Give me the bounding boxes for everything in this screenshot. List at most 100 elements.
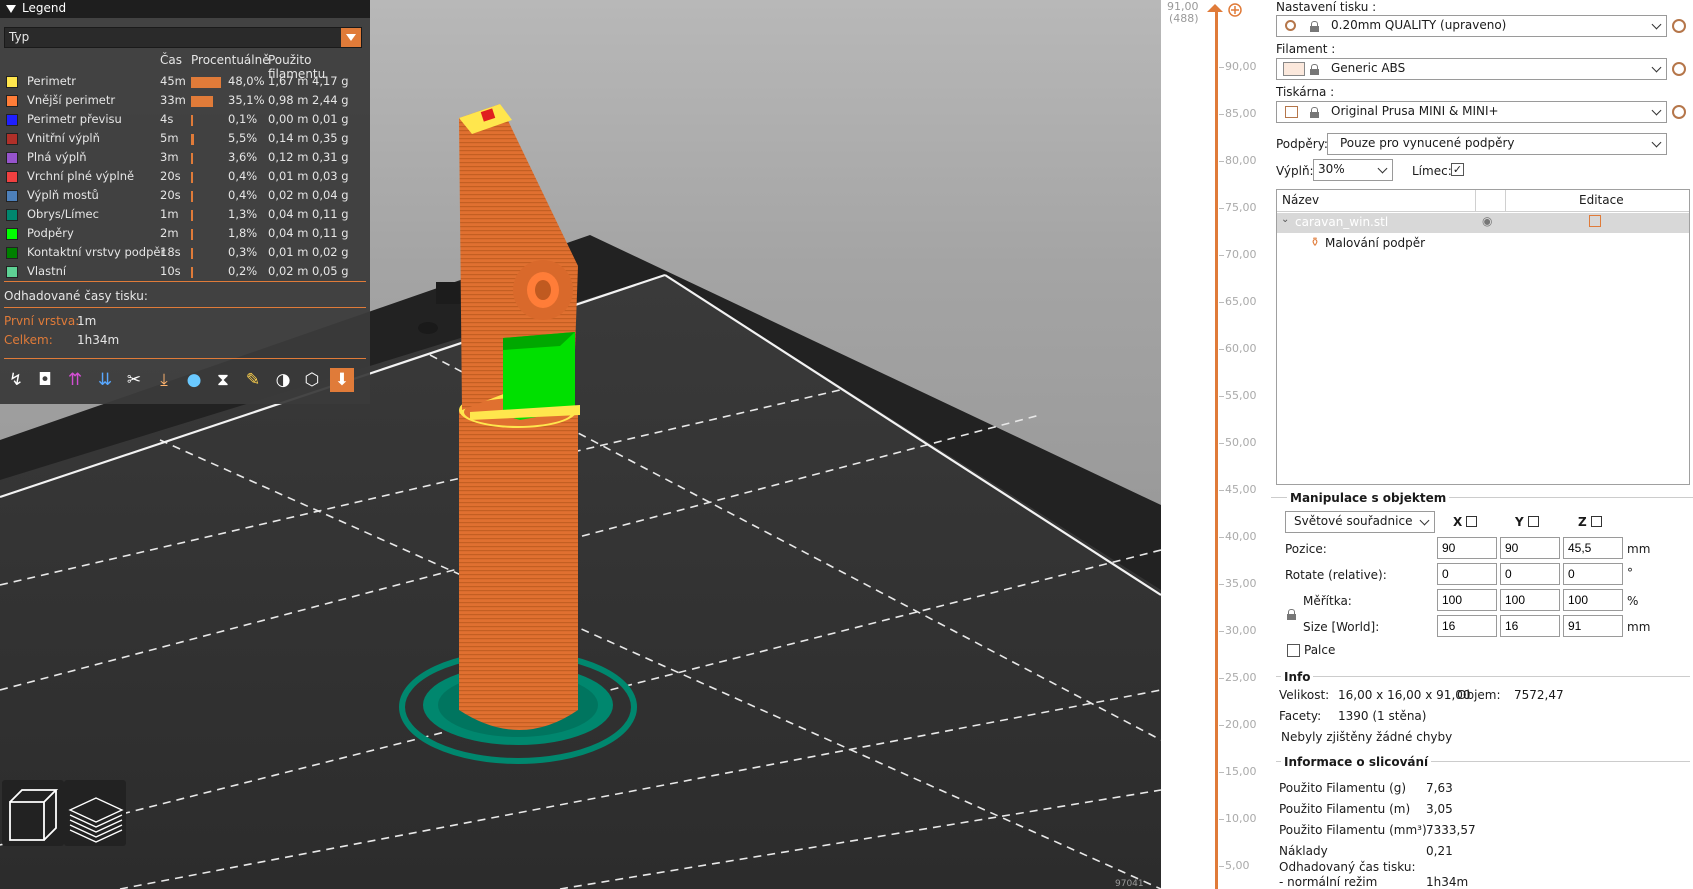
slider-track[interactable] <box>1215 8 1218 889</box>
lock-icon <box>1310 21 1319 32</box>
object-list[interactable]: Název Editace ⌄ caravan_win.stl ◉ ⚱ Malo… <box>1276 189 1690 485</box>
eye-icon[interactable]: ◉ <box>1482 214 1492 228</box>
3d-viewport[interactable]: 97041 Legend Typ Čas Procentuálně Použit… <box>0 0 1161 889</box>
shells-icon[interactable]: ⬡ <box>300 368 324 392</box>
feature-weight: 0,35 g <box>312 131 349 145</box>
percent-bar <box>191 96 213 107</box>
legend-separator <box>4 307 366 308</box>
infill-combo[interactable]: 30% <box>1313 159 1393 181</box>
drop-to-bed-icon[interactable] <box>1590 516 1602 527</box>
object-child-row[interactable]: ⚱ Malování podpěr <box>1277 234 1689 254</box>
legend-separator <box>4 358 366 359</box>
size-y-input[interactable] <box>1500 615 1560 637</box>
rotate-x-input[interactable] <box>1437 563 1497 585</box>
slider-thumb-icon[interactable] <box>1205 2 1245 18</box>
legend-row[interactable]: Obrys/Límec 1m 1,3% 0,04 m 0,11 g <box>0 207 370 226</box>
deretractions-icon[interactable]: ⇊ <box>93 368 117 392</box>
tool-changes-icon[interactable]: ⤓ <box>152 368 176 392</box>
brim-checkbox[interactable]: ✓ <box>1451 163 1464 176</box>
legend-row[interactable]: Podpěry 2m 1,8% 0,04 m 0,11 g <box>0 226 370 245</box>
print-settings-icon <box>1285 20 1296 31</box>
size-z-input[interactable] <box>1563 615 1623 637</box>
legend-row[interactable]: Plná výplň 3m 3,6% 0,12 m 0,31 g <box>0 150 370 169</box>
uniform-scale-lock-icon[interactable] <box>1287 609 1296 620</box>
total-value: 1h34m <box>77 333 120 347</box>
header-name: Název <box>1282 193 1320 207</box>
printer-label: Tiskárna : <box>1276 85 1335 99</box>
color-changes-icon[interactable]: ● <box>182 368 206 392</box>
slider-height-label: 65,00 <box>1225 295 1257 308</box>
object-child-name: Malování podpěr <box>1325 236 1426 250</box>
filament-gear-icon[interactable] <box>1672 62 1686 76</box>
percent-bar <box>191 134 195 145</box>
position-z-input[interactable] <box>1563 537 1623 559</box>
feature-weight: 0,02 g <box>312 245 349 259</box>
feature-percent: 0,4% <box>228 188 258 202</box>
slice-info-label: Použito Filamentu (g) <box>1279 781 1407 795</box>
slider-tick <box>1219 255 1224 256</box>
scale-y-input[interactable] <box>1500 589 1560 611</box>
print-settings-gear-icon[interactable] <box>1672 19 1686 33</box>
percent-bar <box>191 191 193 202</box>
coordinate-system-select[interactable]: Světové souřadnice <box>1285 511 1435 533</box>
legend-row[interactable]: Vnitřní výplň 5m 5,5% 0,14 m 0,35 g <box>0 131 370 150</box>
edit-icon[interactable] <box>1589 215 1601 227</box>
filament-color-swatch <box>1283 62 1305 76</box>
view-type-select[interactable]: Typ <box>4 27 362 48</box>
infill-label: Výplň: <box>1276 164 1314 178</box>
feature-name: Perimetr převisu <box>27 112 122 126</box>
preview-button[interactable] <box>64 780 126 846</box>
travel-icon[interactable]: ↯ <box>4 368 28 392</box>
position-y-input[interactable] <box>1500 537 1560 559</box>
inches-checkbox[interactable] <box>1287 644 1300 657</box>
slice-info-label: Náklady <box>1279 844 1328 858</box>
legend-header[interactable]: Legend <box>0 0 370 18</box>
legend-row[interactable]: Vrchní plné výplně 20s 0,4% 0,01 m 0,03 g <box>0 169 370 188</box>
slider-height-label: 35,00 <box>1225 577 1257 590</box>
drop-to-bed-icon[interactable] <box>1527 516 1539 527</box>
center-of-gravity-icon[interactable]: ◑ <box>271 368 295 392</box>
legend-row[interactable]: Vnější perimetr 33m 35,1% 0,98 m 2,44 g <box>0 93 370 112</box>
object-name[interactable]: caravan_win.stl <box>1295 215 1388 229</box>
feature-weight: 2,44 g <box>312 93 349 107</box>
layer-slider[interactable]: 91,00 (488) 90,00 85,00 80,00 75,00 70,00 65,… <box>1161 0 1271 889</box>
feature-time: 20s <box>160 188 181 202</box>
legend-row[interactable]: Perimetr převisu 4s 0,1% 0,00 m 0,01 g <box>0 112 370 131</box>
retractions-icon[interactable]: ⇈ <box>63 368 87 392</box>
legend-row[interactable]: Perimetr 45m 48,0% 1,67 m 4,17 g <box>0 74 370 93</box>
legend-row[interactable]: Výplň mostů 20s 0,4% 0,02 m 0,04 g <box>0 188 370 207</box>
feature-percent: 0,4% <box>228 169 258 183</box>
supports-combo[interactable]: Pouze pro vynucené podpěry <box>1327 133 1667 155</box>
wipe-icon[interactable]: ◘ <box>33 368 57 392</box>
filament-combo[interactable]: Generic ABS <box>1276 58 1667 80</box>
chevron-down-icon <box>1419 515 1430 526</box>
scale-z-input[interactable] <box>1563 589 1623 611</box>
seams-icon[interactable]: ✂ <box>122 368 146 392</box>
collapse-triangle-icon[interactable] <box>6 4 16 13</box>
feature-name: Plná výplň <box>27 150 87 164</box>
position-x-input[interactable] <box>1437 537 1497 559</box>
dropdown-arrow-icon[interactable] <box>341 28 361 47</box>
rotate-y-input[interactable] <box>1500 563 1560 585</box>
printer-gear-icon[interactable] <box>1672 105 1686 119</box>
slider-height-label: 55,00 <box>1225 389 1257 402</box>
size-x-input[interactable] <box>1437 615 1497 637</box>
info-size-value: 16,00 x 16,00 x 91,00 <box>1338 688 1471 702</box>
tool-marker-icon[interactable]: ⬇ <box>330 368 354 392</box>
slider-tick <box>1219 584 1224 585</box>
drop-to-bed-icon[interactable] <box>1466 516 1478 527</box>
legend-separator <box>4 281 366 282</box>
expand-chevron-icon[interactable]: ⌄ <box>1281 214 1289 225</box>
feature-length: 0,01 m <box>268 169 309 183</box>
pause-icon[interactable]: ⧗ <box>211 368 235 392</box>
3d-view-button[interactable] <box>2 780 64 846</box>
printer-combo[interactable]: Original Prusa MINI & MINI+ <box>1276 101 1667 123</box>
slice-info-value: 0,21 <box>1426 844 1453 858</box>
legend-row[interactable]: Kontaktní vrstvy podpěr 18s 0,3% 0,01 m 0,02… <box>0 245 370 264</box>
object-row[interactable]: ⌄ caravan_win.stl ◉ <box>1277 213 1689 233</box>
rotate-z-input[interactable] <box>1563 563 1623 585</box>
print-settings-combo[interactable]: 0.20mm QUALITY (upraveno) <box>1276 15 1667 37</box>
custom-gcode-icon[interactable]: ✎ <box>241 368 265 392</box>
model-column <box>459 410 578 730</box>
scale-x-input[interactable] <box>1437 589 1497 611</box>
